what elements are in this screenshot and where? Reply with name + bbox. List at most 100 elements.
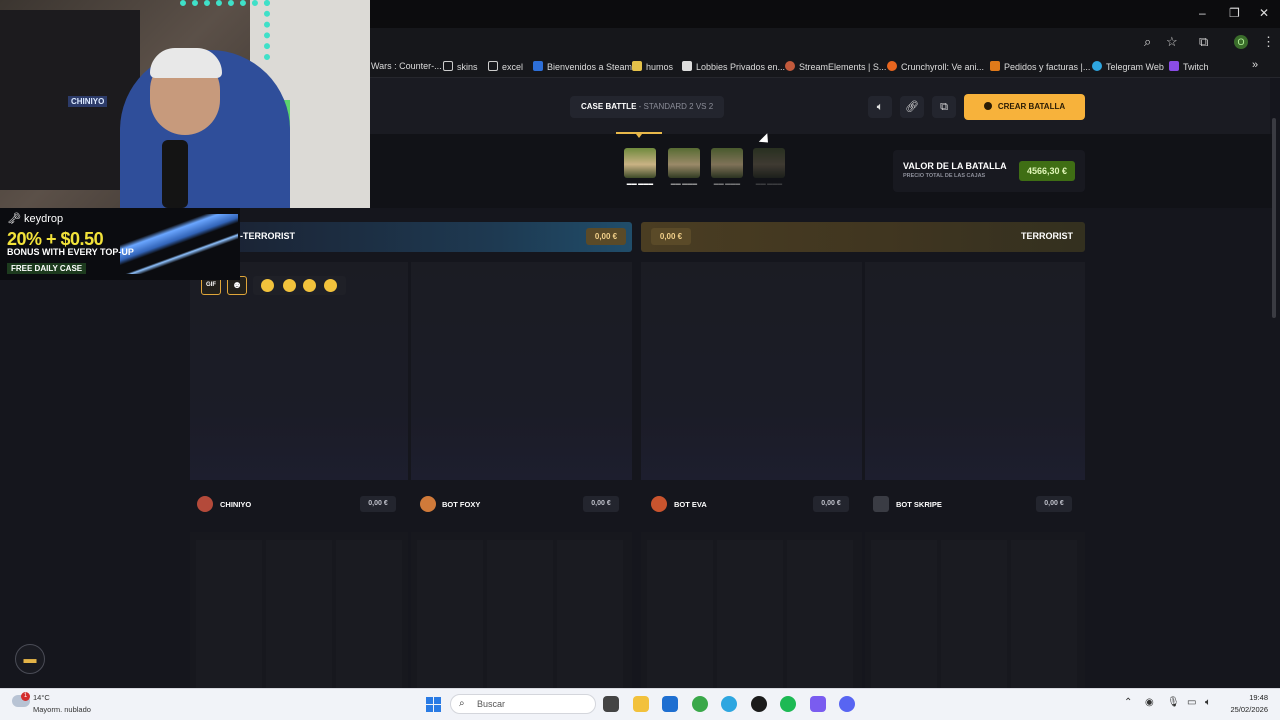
item-slot [941, 540, 1007, 688]
bookmarks-overflow-icon[interactable]: » [1252, 59, 1258, 71]
bookmark-label: humos [646, 62, 674, 72]
weather-badge: 1 [21, 692, 30, 701]
crunchyroll-icon [887, 61, 897, 71]
bookmark-label: Pedidos y facturas |... [1004, 62, 1091, 72]
streamelements-icon [785, 61, 795, 71]
item-slot [196, 540, 262, 688]
key-icon: 🗝︎ [7, 213, 21, 225]
player-value: 0,00 € [813, 496, 849, 512]
shelf-label: CHINIYO [68, 96, 108, 107]
bookmark-star-icon[interactable]: ☆ [1166, 34, 1178, 50]
bookmark-telegram[interactable]: Telegram Web [1092, 61, 1164, 72]
case-item[interactable]: ▬▬ ▬▬▬ [665, 146, 703, 190]
bookmark-pedidos[interactable]: Pedidos y facturas |... [990, 61, 1090, 72]
close-button[interactable]: ✕ [1259, 6, 1269, 20]
case-image [624, 148, 656, 178]
minimize-button[interactable]: – [1199, 6, 1206, 20]
file-explorer-icon[interactable] [633, 696, 649, 712]
case-image [668, 148, 700, 178]
case-strip [370, 134, 1273, 208]
player-value: 0,00 € [1036, 496, 1072, 512]
weather-temp: 14°C [33, 693, 50, 702]
bookmark-excel[interactable]: excel [488, 61, 523, 72]
share-link-button[interactable]: 🔗︎ [900, 96, 924, 118]
item-slot [266, 540, 332, 688]
copy-icon: ⧉ [940, 101, 948, 113]
case-item[interactable]: ▬▬ ▬▬▬ [708, 146, 746, 190]
chat-button[interactable]: ▬ [15, 644, 45, 674]
outlook-icon[interactable] [662, 696, 678, 712]
team-ct-value: 0,00 € [586, 228, 626, 245]
page-scrollbar[interactable] [1272, 118, 1276, 318]
item-slot [487, 540, 553, 688]
player-reel-3 [641, 262, 862, 480]
team-t-value: 0,00 € [651, 228, 691, 245]
item-slot [871, 540, 937, 688]
weather-desc: Mayorm. nublado [33, 705, 91, 714]
tray-volume-icon[interactable]: 🔈︎ [1205, 697, 1211, 708]
bookmark-steam[interactable]: Bienvenidos a Steam [533, 61, 632, 72]
chrome-icon[interactable] [692, 696, 708, 712]
case-item[interactable]: ▬▬ ▬▬▬ [621, 146, 659, 190]
case-label: ▬▬ ▬▬▬ [713, 181, 741, 187]
tray-network-icon[interactable]: ◉ [1145, 697, 1154, 708]
bookmark-twitch[interactable]: Twitch [1169, 61, 1209, 72]
task-view-icon[interactable] [603, 696, 619, 712]
extensions-icon[interactable]: ⧉ [1199, 34, 1208, 50]
player-name: BOT SKRIPE [896, 500, 942, 509]
bookmark-streamelements[interactable]: StreamElements | S... [785, 61, 886, 72]
item-slot [717, 540, 783, 688]
tray-mic-icon[interactable]: 🎙︎ [1167, 697, 1180, 708]
emote-money-icon[interactable] [261, 279, 274, 292]
taskbar-search[interactable]: ⌕ Buscar [450, 694, 596, 714]
item-slot [1011, 540, 1077, 688]
bookmark-crunchyroll[interactable]: Crunchyroll: Ve ani... [887, 61, 984, 72]
link-icon: 🔗︎ [905, 101, 919, 113]
team-ct-name: -TERRORIST [240, 231, 295, 241]
case-label: ▬▬ ▬▬▬ [755, 181, 783, 187]
item-slot [336, 540, 402, 688]
site-header [370, 78, 1270, 134]
spotify-icon[interactable] [780, 696, 796, 712]
plus-circle-icon [983, 102, 992, 110]
player-avatar [651, 496, 667, 512]
player-name: CHINIYO [220, 500, 252, 509]
taskbar-date[interactable]: 25/02/2026 [1218, 705, 1268, 714]
twitch-icon [1169, 61, 1179, 71]
windows-start-icon[interactable] [426, 697, 441, 712]
emote-smile-icon[interactable] [283, 279, 296, 292]
tray-chevron-icon[interactable]: ⌃ [1124, 697, 1132, 708]
menu-kebab-icon[interactable]: ⋮ [1262, 34, 1275, 50]
rifle-image [120, 214, 238, 274]
keydrop-subline: BONUS WITH EVERY TOP-UP [7, 247, 134, 257]
profile-avatar[interactable]: O [1234, 35, 1248, 49]
discord-icon[interactable] [839, 696, 855, 712]
tray-monitor-icon[interactable]: ▭ [1187, 697, 1196, 708]
emote-wink-icon[interactable] [324, 279, 337, 292]
bookmark-humos[interactable]: humos [632, 61, 673, 72]
obs-icon[interactable] [751, 696, 767, 712]
sound-toggle-button[interactable]: 🔈︎ [868, 96, 892, 118]
keydrop-logo: 🗝︎ keydrop [7, 212, 63, 225]
create-battle-button[interactable]: CREAR BATALLA [964, 94, 1085, 120]
player-avatar [420, 496, 436, 512]
bookmark-counter[interactable]: Wars : Counter-... [371, 61, 442, 71]
taskbar-clock[interactable]: 19:48 [1228, 693, 1268, 702]
mode-pill: CASE BATTLE - STANDARD 2 VS 2 [570, 96, 725, 118]
zoom-icon[interactable]: ⌕ [1144, 34, 1151, 50]
app-icon[interactable] [810, 696, 826, 712]
maximize-button[interactable]: ❐ [1229, 6, 1240, 20]
mode-label: CASE BATTLE [581, 102, 637, 111]
aliexpress-icon [990, 61, 1000, 71]
player-value: 0,00 € [583, 496, 619, 512]
lobbies-icon [682, 61, 692, 71]
telegram-taskbar-icon[interactable] [721, 696, 737, 712]
case-item[interactable]: ▬▬ ▬▬▬ [750, 146, 788, 190]
bookmark-skins[interactable]: skins [443, 61, 478, 72]
bookmark-label: excel [502, 62, 524, 72]
battle-value-subtitle: PRECIO TOTAL DE LAS CAJAS [903, 173, 986, 179]
copy-button[interactable]: ⧉ [932, 96, 956, 118]
emote-grin-icon[interactable] [303, 279, 316, 292]
bookmark-label: Twitch [1183, 62, 1209, 72]
bookmark-lobbies[interactable]: Lobbies Privados en... [682, 61, 785, 72]
